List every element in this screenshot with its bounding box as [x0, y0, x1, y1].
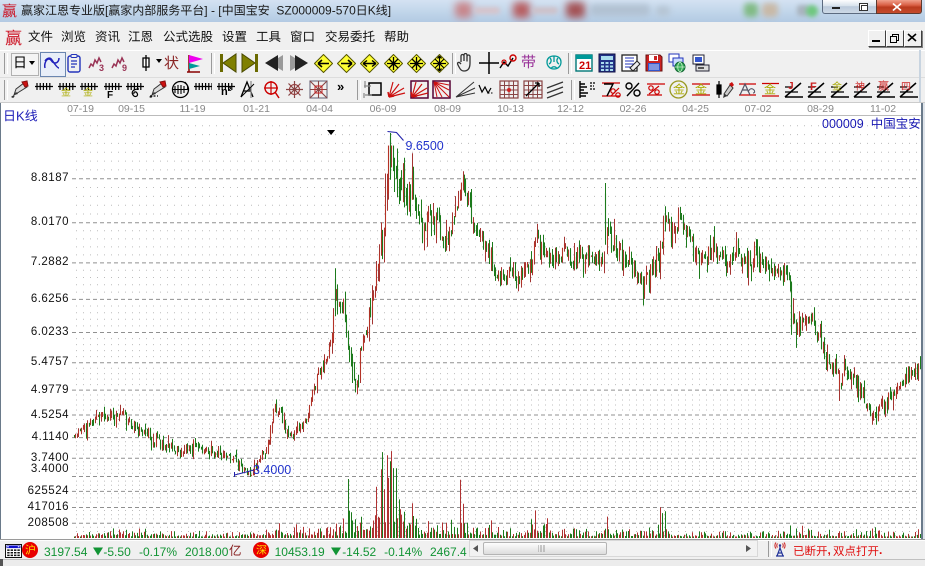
svg-text:3.4000: 3.4000: [253, 463, 291, 477]
svg-text:J: J: [788, 81, 794, 92]
svg-text:9: 9: [122, 63, 127, 72]
svg-text:K: K: [368, 4, 376, 18]
svg-text:]: ]: [388, 4, 391, 18]
svg-text:SZ000009-570: SZ000009-570: [270, 4, 356, 18]
svg-text:] - [: ] - [: [204, 4, 222, 18]
svg-text:[: [: [105, 4, 109, 18]
svg-text:21: 21: [579, 60, 591, 72]
svg-text:F: F: [107, 90, 113, 99]
svg-text:3: 3: [99, 63, 104, 72]
svg-text:9.6500: 9.6500: [406, 139, 444, 153]
svg-text:F: F: [810, 81, 817, 93]
